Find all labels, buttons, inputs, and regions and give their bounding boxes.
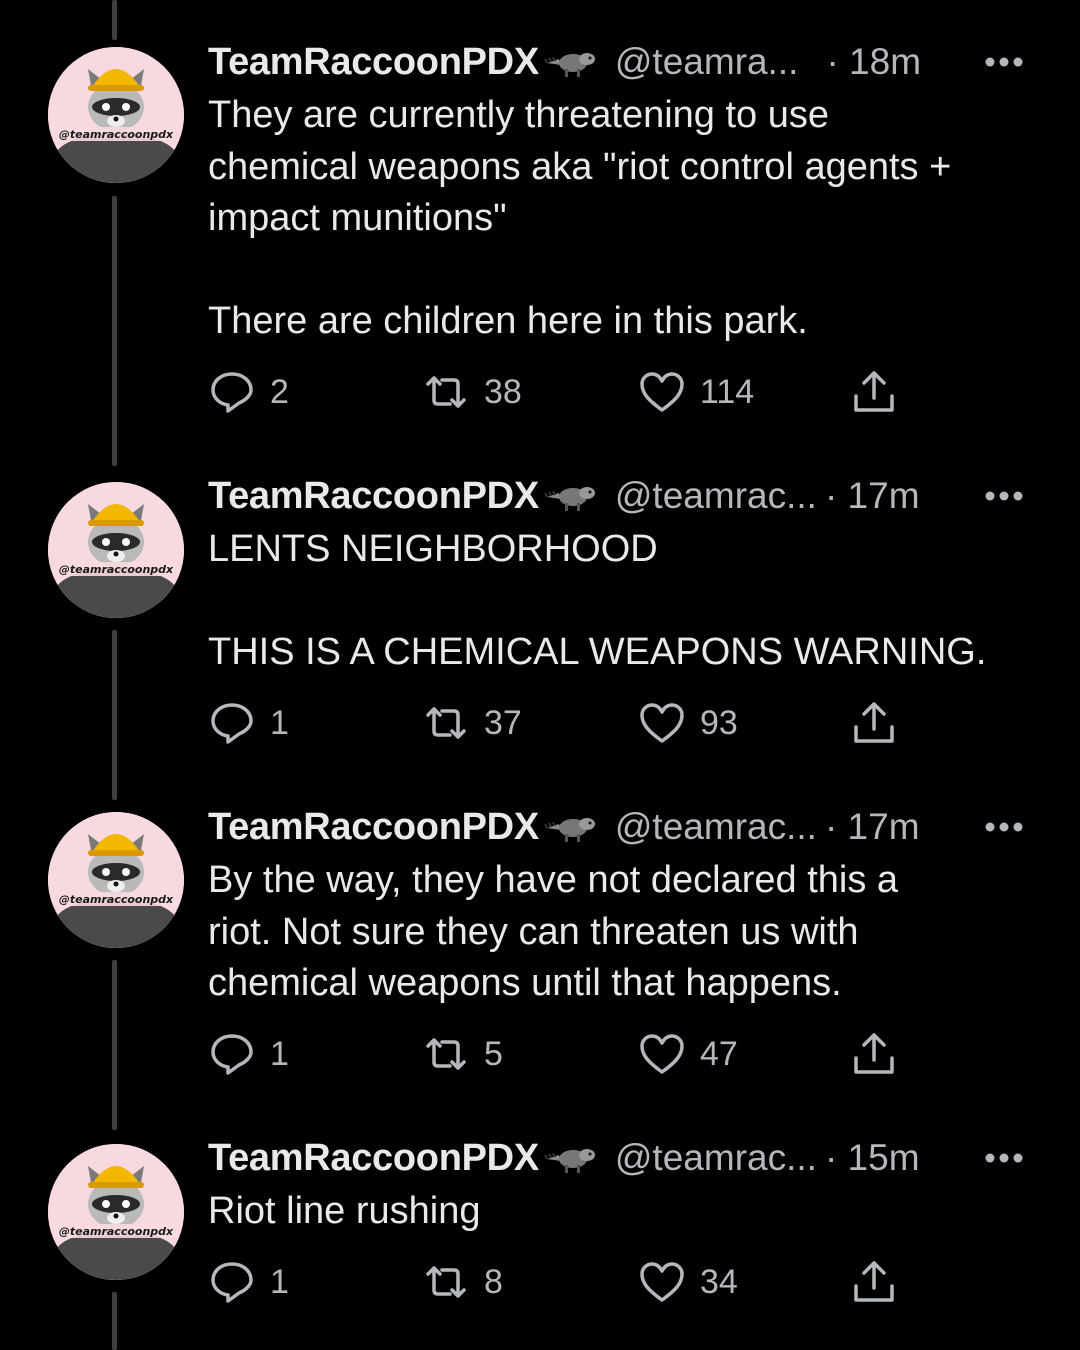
- reply-icon: [211, 1034, 253, 1075]
- like-button[interactable]: 93: [638, 698, 738, 748]
- timestamp[interactable]: · 15m: [825, 1137, 920, 1179]
- retweet-button[interactable]: 37: [422, 698, 522, 748]
- timestamp[interactable]: · 18m: [826, 41, 921, 83]
- retweet-count: 37: [484, 703, 522, 742]
- like-count: 34: [700, 1262, 738, 1301]
- tweet-header: TeamRaccoonPDX @teamra... · 18m: [208, 37, 1050, 87]
- tweet-text: Riot line rushing: [208, 1190, 481, 1232]
- share-button[interactable]: [850, 367, 898, 417]
- reply-button[interactable]: 1: [208, 1257, 289, 1307]
- display-name[interactable]: TeamRaccoonPDX: [208, 475, 539, 518]
- display-name[interactable]: TeamRaccoonPDX: [208, 1137, 539, 1180]
- tweet-header: TeamRaccoonPDX @teamrac... · 17m: [208, 471, 1050, 521]
- raccoon-emoji-icon: [543, 1141, 599, 1175]
- share-icon: [854, 1261, 894, 1302]
- display-name[interactable]: TeamRaccoonPDX: [208, 806, 539, 849]
- reply-button[interactable]: 1: [208, 1029, 289, 1079]
- share-icon: [854, 1033, 894, 1074]
- thread-line: [112, 0, 117, 40]
- reply-icon: [211, 372, 253, 413]
- avatar[interactable]: @teamraccoonpdx: [48, 47, 184, 183]
- retweet-button[interactable]: 38: [422, 367, 522, 417]
- more-icon[interactable]: [982, 812, 1026, 842]
- handle[interactable]: @teamrac...: [615, 475, 817, 517]
- tweet-actions: 1 8 34: [208, 1257, 928, 1307]
- reply-icon: [211, 1262, 253, 1303]
- more-icon[interactable]: [982, 47, 1026, 77]
- reply-count: 2: [270, 372, 289, 411]
- handle[interactable]: @teamrac...: [615, 806, 817, 848]
- retweet-icon: [426, 1038, 466, 1070]
- timestamp[interactable]: · 17m: [825, 475, 920, 517]
- like-button[interactable]: 114: [638, 367, 754, 417]
- share-button[interactable]: [850, 1257, 898, 1307]
- reply-count: 1: [270, 1262, 289, 1301]
- raccoon-emoji-icon: [543, 810, 599, 844]
- like-button[interactable]: 47: [638, 1029, 738, 1079]
- thread-line: [112, 960, 117, 1130]
- raccoon-avatar-image: @teamraccoonpdx: [48, 812, 184, 948]
- avatar-handle-text: @teamraccoonpdx: [59, 128, 174, 141]
- retweet-count: 8: [484, 1262, 503, 1301]
- retweet-button[interactable]: 8: [422, 1257, 503, 1307]
- more-icon[interactable]: [982, 1143, 1026, 1173]
- avatar-handle-text: @teamraccoonpdx: [59, 563, 174, 576]
- share-icon: [854, 371, 894, 412]
- tweet-text: LENTS NEIGHBORHOOD THIS IS A CHEMICAL WE…: [208, 528, 987, 673]
- reply-icon: [211, 703, 253, 744]
- share-button[interactable]: [850, 1029, 898, 1079]
- raccoon-avatar-image: @teamraccoonpdx: [48, 47, 184, 183]
- tweet-actions: 1 37 93: [208, 698, 928, 748]
- reply-count: 1: [270, 703, 289, 742]
- tweet-header: TeamRaccoonPDX @teamrac... · 15m: [208, 1133, 1050, 1183]
- more-icon[interactable]: [982, 481, 1026, 511]
- reply-count: 1: [270, 1034, 289, 1073]
- like-count: 114: [700, 372, 755, 411]
- thread-line: [112, 1292, 117, 1350]
- avatar-handle-text: @teamraccoonpdx: [59, 1225, 174, 1238]
- retweet-icon: [426, 1266, 466, 1298]
- avatar[interactable]: @teamraccoonpdx: [48, 812, 184, 948]
- tweet-text: They are currently threatening to use ch…: [208, 94, 952, 342]
- like-count: 47: [700, 1034, 738, 1073]
- retweet-count: 38: [484, 372, 522, 411]
- heart-icon: [640, 1034, 684, 1074]
- thread-line: [112, 196, 117, 466]
- share-button[interactable]: [850, 698, 898, 748]
- retweet-icon: [426, 376, 466, 408]
- avatar[interactable]: @teamraccoonpdx: [48, 482, 184, 618]
- share-icon: [854, 702, 894, 743]
- heart-icon: [640, 1262, 684, 1302]
- handle[interactable]: @teamrac...: [615, 1137, 817, 1179]
- thread-line: [112, 630, 117, 800]
- reply-button[interactable]: 1: [208, 698, 289, 748]
- raccoon-emoji-icon: [543, 45, 599, 79]
- tweet-text: By the way, they have not declared this …: [208, 859, 899, 1004]
- tweet-actions: 2 38 114: [208, 367, 928, 417]
- raccoon-emoji-icon: [543, 479, 599, 513]
- heart-icon: [640, 372, 684, 412]
- reply-button[interactable]: 2: [208, 367, 289, 417]
- like-count: 93: [700, 703, 738, 742]
- tweet-actions: 1 5 47: [208, 1029, 928, 1079]
- avatar-handle-text: @teamraccoonpdx: [59, 893, 174, 906]
- raccoon-avatar-image: @teamraccoonpdx: [48, 482, 184, 618]
- like-button[interactable]: 34: [638, 1257, 738, 1307]
- retweet-count: 5: [484, 1034, 503, 1073]
- retweet-button[interactable]: 5: [422, 1029, 503, 1079]
- retweet-icon: [426, 707, 466, 739]
- timestamp[interactable]: · 17m: [825, 806, 920, 848]
- raccoon-avatar-image: @teamraccoonpdx: [48, 1144, 184, 1280]
- handle[interactable]: @teamra...: [615, 41, 799, 83]
- display-name[interactable]: TeamRaccoonPDX: [208, 41, 539, 84]
- heart-icon: [640, 703, 684, 743]
- avatar[interactable]: @teamraccoonpdx: [48, 1144, 184, 1280]
- tweet-header: TeamRaccoonPDX @teamrac... · 17m: [208, 802, 1050, 852]
